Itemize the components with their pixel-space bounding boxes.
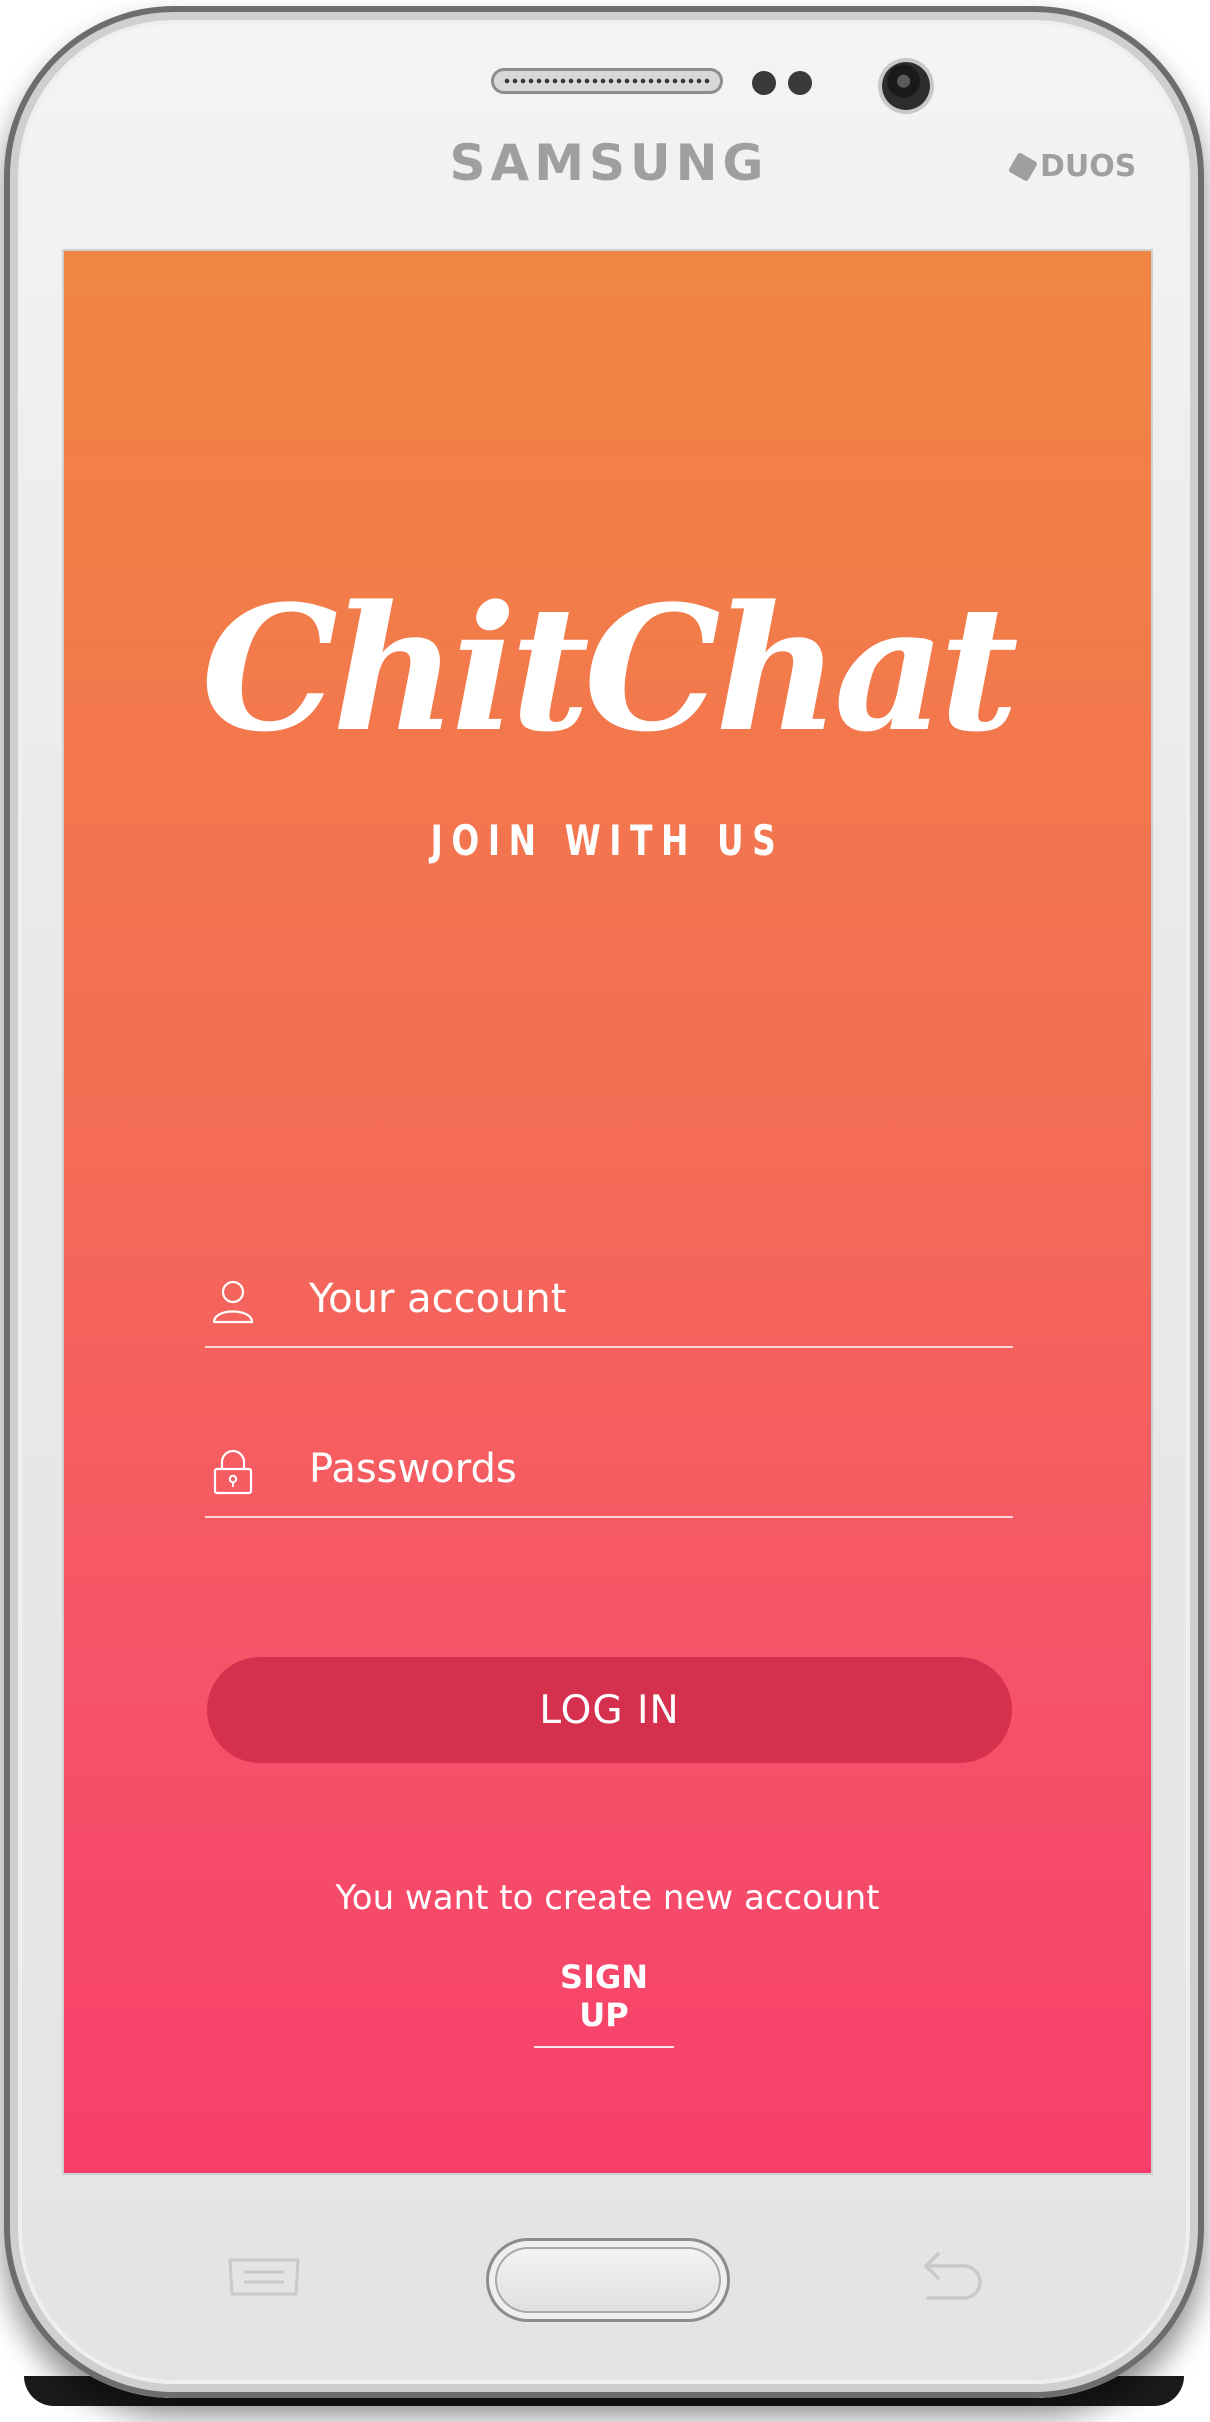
earpiece-speaker <box>491 68 723 94</box>
duos-badge: DUOS <box>1007 149 1137 184</box>
create-account-prompt: You want to create new account <box>335 1878 880 1918</box>
account-field[interactable] <box>205 1256 1013 1348</box>
device-brand: SAMSUNG <box>449 134 769 192</box>
sim-chip-icon <box>1007 151 1039 182</box>
app-logo-text: ChitChat <box>201 569 1017 770</box>
app-screen: ChitChat JOIN WITH US Your account LOG I… <box>64 251 1151 2173</box>
back-icon <box>924 2252 982 2300</box>
proximity-sensor <box>752 71 776 95</box>
lock-icon <box>211 1448 255 1496</box>
phone-frame: SAMSUNG DUOS ChitChat JOIN WITH US Your … <box>4 6 1204 2406</box>
account-input[interactable] <box>309 1270 989 1328</box>
login-button[interactable]: LOG IN <box>207 1657 1012 1763</box>
menu-key[interactable] <box>226 2254 302 2300</box>
menu-icon <box>228 2258 300 2296</box>
signup-link[interactable]: SIGN UP <box>534 1958 674 2048</box>
front-camera <box>882 62 930 110</box>
app-logo: ChitChat <box>64 569 1151 789</box>
password-input[interactable] <box>309 1440 989 1498</box>
light-sensor <box>788 71 812 95</box>
user-icon <box>211 1278 255 1326</box>
back-key[interactable] <box>918 2248 990 2304</box>
app-tagline: JOIN WITH US <box>430 816 785 865</box>
home-button[interactable] <box>486 2238 730 2322</box>
duos-label: DUOS <box>1040 149 1137 184</box>
password-field[interactable] <box>205 1426 1013 1518</box>
